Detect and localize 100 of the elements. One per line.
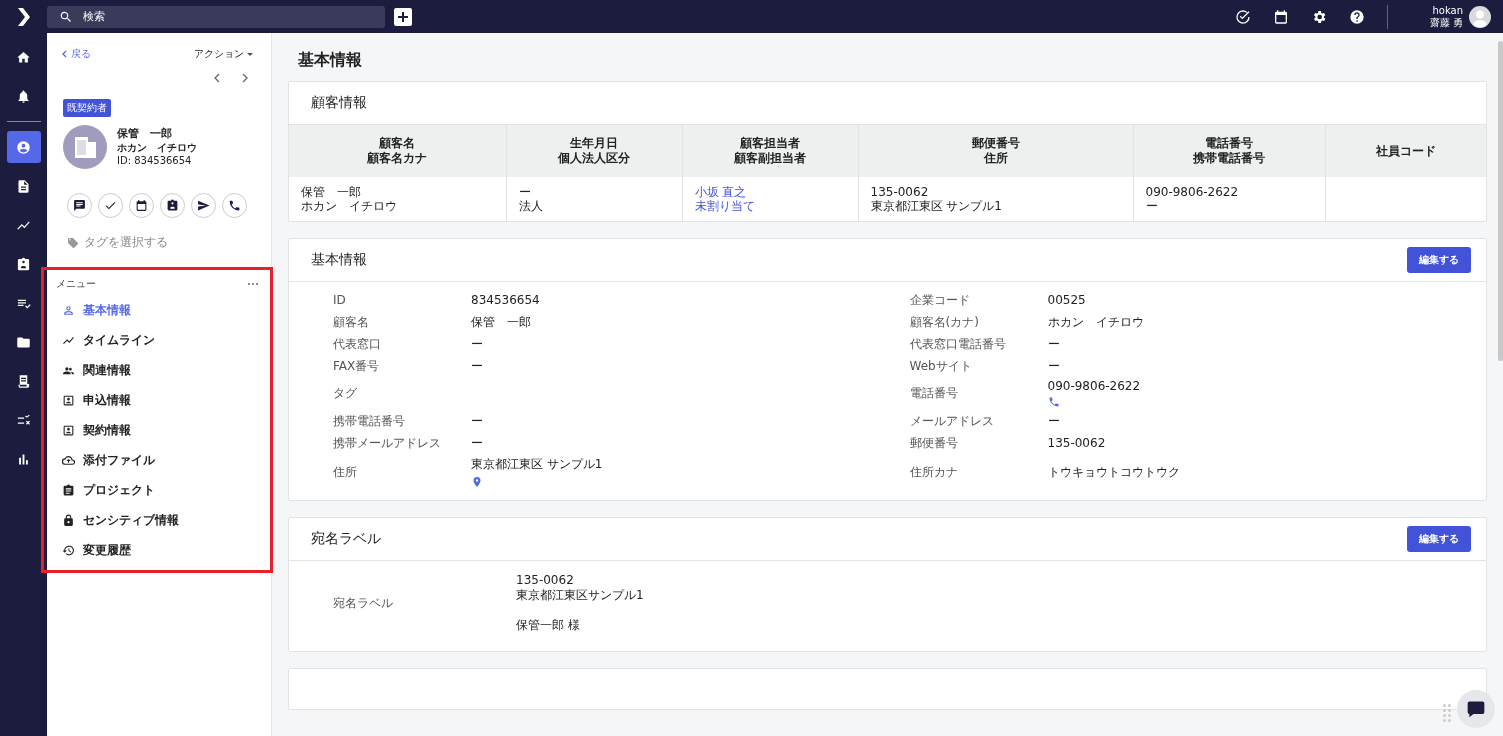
field-label: 宛名ラベル <box>333 594 393 612</box>
bell-icon <box>16 88 31 104</box>
field-value: トウキョウトコウトウク <box>1047 463 1180 481</box>
field-label: 携帯メールアドレス <box>333 434 441 452</box>
field-label: 代表窓口電話番号 <box>909 335 1006 353</box>
next-button[interactable] <box>241 73 249 83</box>
help-button[interactable] <box>1348 8 1365 25</box>
phone-icon[interactable] <box>1047 396 1060 408</box>
cloud-upload-icon <box>62 454 75 467</box>
field-label: メールアドレス <box>909 412 994 430</box>
send-button[interactable] <box>191 193 216 218</box>
receipt-icon <box>16 373 31 389</box>
card-title: 基本情報 <box>311 251 367 269</box>
user-account: hokan <box>1432 4 1463 17</box>
calendar-icon <box>135 199 148 212</box>
building-avatar-icon <box>63 125 107 169</box>
check-icon <box>104 199 117 212</box>
field-label: FAX番号 <box>333 357 380 375</box>
message-button[interactable] <box>67 193 92 218</box>
column-header: 郵便番号 住所 <box>858 125 1133 177</box>
chevron-left-icon <box>61 50 67 58</box>
menu-item[interactable]: 基本情報 <box>62 301 131 320</box>
user-name: 齋藤 勇 <box>1429 16 1463 29</box>
field-label: ID <box>333 293 346 307</box>
field-value: 東京都江東区 サンプル1 <box>471 456 603 473</box>
chevron-left-icon <box>213 73 221 83</box>
nav-rail-button[interactable] <box>6 131 41 163</box>
table-cell: ー 法人 <box>506 177 682 221</box>
field-label: 電話番号 <box>909 385 958 402</box>
chat-icon <box>1466 699 1486 719</box>
field-label: 住所カナ <box>909 463 958 481</box>
field-value: ー <box>471 335 483 353</box>
customer-name: 保管 一郎 <box>117 126 173 141</box>
scrollbar[interactable] <box>1498 41 1503 361</box>
calendar-button[interactable] <box>129 193 154 218</box>
edit-button[interactable]: 編集する <box>1407 526 1471 552</box>
check-circle-button[interactable] <box>1234 8 1251 25</box>
history-icon <box>62 544 75 557</box>
table-cell: 135-0062 東京都江東区 サンプル1 <box>858 177 1133 221</box>
field-value: ホカン イチロウ <box>1047 313 1144 331</box>
lock-icon <box>62 514 75 527</box>
field-value: ー <box>1047 412 1060 430</box>
field-label: 顧客名 <box>333 313 369 331</box>
id-badge-button[interactable] <box>160 193 185 218</box>
back-link[interactable]: 戻る <box>61 47 91 61</box>
column-header: 社員コード <box>1325 125 1486 177</box>
drag-handle-icon[interactable] <box>1443 704 1451 722</box>
field-label: 郵便番号 <box>909 434 958 452</box>
table-cell: 090-9806-2622 ー <box>1133 177 1325 221</box>
field-label: 代表窓口 <box>333 335 381 353</box>
phone-icon <box>228 199 241 212</box>
chevron-right-icon <box>241 73 249 83</box>
phone-button[interactable] <box>222 193 247 218</box>
portrait-icon <box>62 424 75 437</box>
logo-icon[interactable] <box>17 7 30 26</box>
menu-item[interactable]: プロジェクト <box>62 481 155 500</box>
chat-button[interactable] <box>1457 690 1495 728</box>
menu-item[interactable]: 変更履歴 <box>62 541 131 560</box>
menu-item[interactable]: 添付ファイル <box>62 451 155 470</box>
address-line: 東京都江東区サンプル1 <box>516 588 644 603</box>
field-value: 00525 <box>1047 293 1086 307</box>
search-field[interactable]: 検索 <box>47 5 385 28</box>
trend-line-icon <box>62 334 75 347</box>
message-icon <box>73 199 86 212</box>
field-value: ー <box>1047 357 1060 375</box>
edit-button[interactable]: 編集する <box>1407 247 1471 273</box>
customer-kana: ホカン イチロウ <box>117 141 197 154</box>
actions-menu-button[interactable]: アクション <box>194 47 253 61</box>
card-title: 顧客情報 <box>311 94 367 112</box>
column-header: 電話番号 携帯電話番号 <box>1133 125 1325 177</box>
menu-item[interactable]: 関連情報 <box>62 361 131 380</box>
tag-icon <box>67 236 79 249</box>
addressee-name: 保管一郎 様 <box>516 618 580 633</box>
pin-icon[interactable] <box>471 476 483 488</box>
menu-item[interactable]: 契約情報 <box>62 421 131 440</box>
person-icon <box>16 139 31 155</box>
previous-button[interactable] <box>213 73 221 83</box>
menu-item[interactable]: タイムライン <box>62 331 155 350</box>
add-button[interactable] <box>394 7 412 26</box>
page-title: 基本情報 <box>298 50 363 71</box>
address-line: 135-0062 <box>516 573 574 588</box>
help-icon <box>1348 8 1365 25</box>
status-badge: 既契約者 <box>63 99 111 117</box>
send-icon <box>197 199 210 212</box>
check-button[interactable] <box>98 193 123 218</box>
people-icon <box>62 364 75 377</box>
column-header: 顧客担当者 顧客副担当者 <box>682 125 858 177</box>
card-title: 宛名ラベル <box>311 530 381 548</box>
tag-select-field[interactable]: タグを選択する <box>84 234 168 251</box>
menu-item[interactable]: 申込情報 <box>62 391 131 410</box>
calendar-button[interactable] <box>1272 8 1289 25</box>
menu-heading: メニュー <box>56 277 96 291</box>
document-icon <box>16 178 31 194</box>
menu-item[interactable]: センシティブ情報 <box>62 511 179 530</box>
clipboard-icon <box>62 484 75 497</box>
table-cell: 小坂 直之 未割り当て <box>682 177 858 221</box>
field-value: ー <box>471 434 483 452</box>
field-value: 090-9806-2622 <box>1047 379 1141 393</box>
customer-id: ID: 834536654 <box>117 154 193 168</box>
avatar-icon[interactable] <box>1469 5 1491 28</box>
